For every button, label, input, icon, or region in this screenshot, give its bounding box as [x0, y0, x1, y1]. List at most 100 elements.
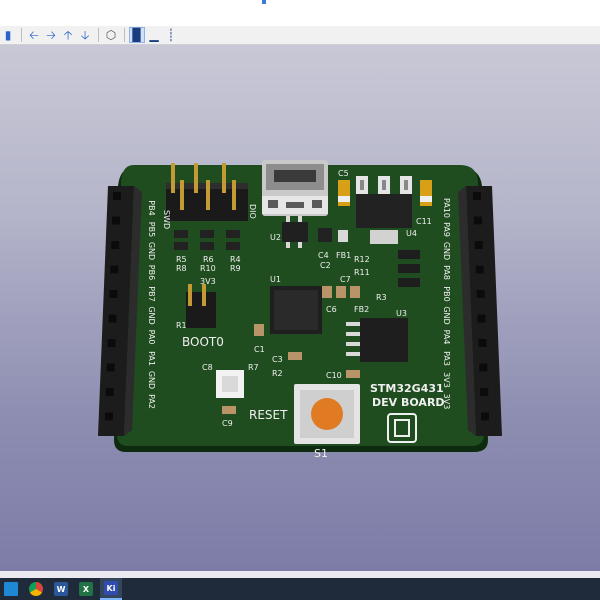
c6-label: C6 — [326, 305, 337, 314]
r12-r11-resistors — [398, 250, 420, 287]
c8-inner — [222, 376, 238, 392]
header-pin-hole — [108, 314, 117, 323]
header-pin-hole — [480, 388, 489, 396]
fb1-label: FB1 — [336, 251, 351, 260]
file-explorer-icon — [4, 582, 18, 596]
taskbar-item-files[interactable] — [0, 578, 22, 600]
header-pin-hole — [107, 339, 116, 347]
left-pin-label: PB7 — [147, 286, 156, 301]
c11-label: C11 — [416, 217, 432, 226]
header-pin-hole — [112, 216, 121, 225]
c2-label: C2 — [320, 261, 331, 270]
left-pin-label: PB6 — [147, 265, 156, 280]
r8-label: R8 — [176, 264, 187, 273]
taskbar-item-excel[interactable]: X — [75, 578, 97, 600]
left-pin-label: GND — [147, 371, 156, 389]
c10-label: C10 — [326, 371, 342, 380]
word-icon: W — [54, 582, 68, 596]
right-pin-label: PA3 — [442, 351, 451, 366]
toolbar-separator — [98, 28, 99, 42]
board-title-line1: STM32G431 — [370, 382, 444, 395]
window-title-bar — [0, 0, 600, 27]
chrome-icon — [29, 582, 43, 596]
r3-label: R3 — [376, 293, 387, 302]
arrow-down-icon[interactable]: 🡣 — [77, 27, 93, 43]
right-pin-label: 3V3 — [442, 372, 451, 388]
reset-switch[interactable] — [294, 384, 360, 444]
u3-label: U3 — [396, 309, 407, 318]
r9-label: R9 — [230, 264, 241, 273]
r11-label: R11 — [354, 268, 370, 277]
pcb-3d-render: SWD DIO R5 R6 R4 R8 R10 R9 U2 C5 C11 U4 … — [98, 160, 502, 460]
title-accent — [262, 0, 266, 4]
arrow-left-icon[interactable]: 🡠 — [26, 27, 42, 43]
3d-cube-icon[interactable]: ⬡ — [103, 27, 119, 43]
c1-label: C1 — [254, 345, 265, 354]
boot0-label: BOOT0 — [182, 335, 224, 349]
right-pin-label: GND — [442, 306, 451, 324]
taskbar-item-chrome[interactable] — [25, 578, 47, 600]
c4-label: C4 — [318, 251, 329, 260]
left-pin-label: PA0 — [147, 330, 156, 345]
usb-connector — [262, 160, 328, 216]
panel-toggle-icon[interactable]: ▮ — [0, 27, 16, 43]
header-pin-hole — [474, 241, 483, 249]
toolbar-separator — [21, 28, 22, 42]
toolbar-separator — [124, 28, 125, 42]
header-pin-hole — [476, 290, 485, 298]
u1-mcu — [270, 286, 322, 334]
right-pin-label: PA8 — [442, 265, 451, 280]
header-pin-hole — [106, 363, 115, 372]
excel-icon: X — [79, 582, 93, 596]
header-pin-hole — [475, 265, 484, 274]
board-title-line2: DEV BOARD — [372, 396, 445, 409]
u1-label: U1 — [270, 275, 281, 284]
os-taskbar: W X Ki — [0, 578, 600, 600]
r5-label: R5 — [176, 255, 187, 264]
fb2-label: FB2 — [354, 305, 369, 314]
left-pin-label: GND — [147, 242, 156, 260]
wireframe-view-icon[interactable]: ┊ — [163, 27, 179, 43]
header-pin-hole — [105, 388, 114, 396]
right-pin-label: GND — [442, 242, 451, 260]
header-pin-hole — [481, 412, 490, 421]
r10-label: R10 — [200, 264, 216, 273]
kicad-icon: Ki — [104, 581, 118, 595]
arrow-up-icon[interactable]: 🡡 — [60, 27, 76, 43]
right-pin-label: PA4 — [442, 330, 451, 345]
left-pin-label: PA1 — [147, 351, 156, 366]
u2-label: U2 — [270, 233, 281, 242]
header-pin-hole — [104, 412, 113, 421]
v3-label: 3V3 — [200, 277, 216, 286]
header-pin-hole — [478, 339, 487, 347]
c9-label: C9 — [222, 419, 233, 428]
r4-label: R4 — [230, 255, 241, 264]
header-pin-hole — [109, 290, 118, 298]
r12-label: R12 — [354, 255, 370, 264]
taskbar-item-word[interactable]: W — [50, 578, 72, 600]
left-pin-label: PB4 — [147, 200, 156, 215]
right-pin-label: PB0 — [442, 286, 451, 301]
u2-chip — [282, 222, 308, 242]
c3-label: C3 — [272, 355, 283, 364]
left-pin-label: GND — [147, 306, 156, 324]
r6-label: R6 — [203, 255, 214, 264]
c5-label: C5 — [338, 169, 349, 178]
right-pin-label: PA9 — [442, 222, 451, 237]
c8-label: C8 — [202, 363, 213, 372]
r2-label: R2 — [272, 369, 283, 378]
s1-label: S1 — [314, 447, 328, 460]
u4-label: U4 — [406, 229, 417, 238]
reset-label: RESET — [249, 408, 288, 422]
taskbar-item-kicad[interactable]: Ki — [100, 578, 122, 600]
header-pin-hole — [477, 314, 486, 323]
board-view-icon[interactable]: ▁ — [146, 27, 162, 43]
header-pin-hole — [113, 192, 121, 200]
r7-label: R7 — [248, 363, 259, 372]
render-mode-icon[interactable]: ▉ — [129, 27, 145, 43]
left-pin-label: PA2 — [147, 394, 156, 409]
status-strip — [0, 571, 600, 578]
3d-viewport[interactable]: SWD DIO R5 R6 R4 R8 R10 R9 U2 C5 C11 U4 … — [0, 45, 600, 571]
right-pin-label: PA10 — [442, 198, 451, 218]
arrow-right-icon[interactable]: 🡢 — [43, 27, 59, 43]
